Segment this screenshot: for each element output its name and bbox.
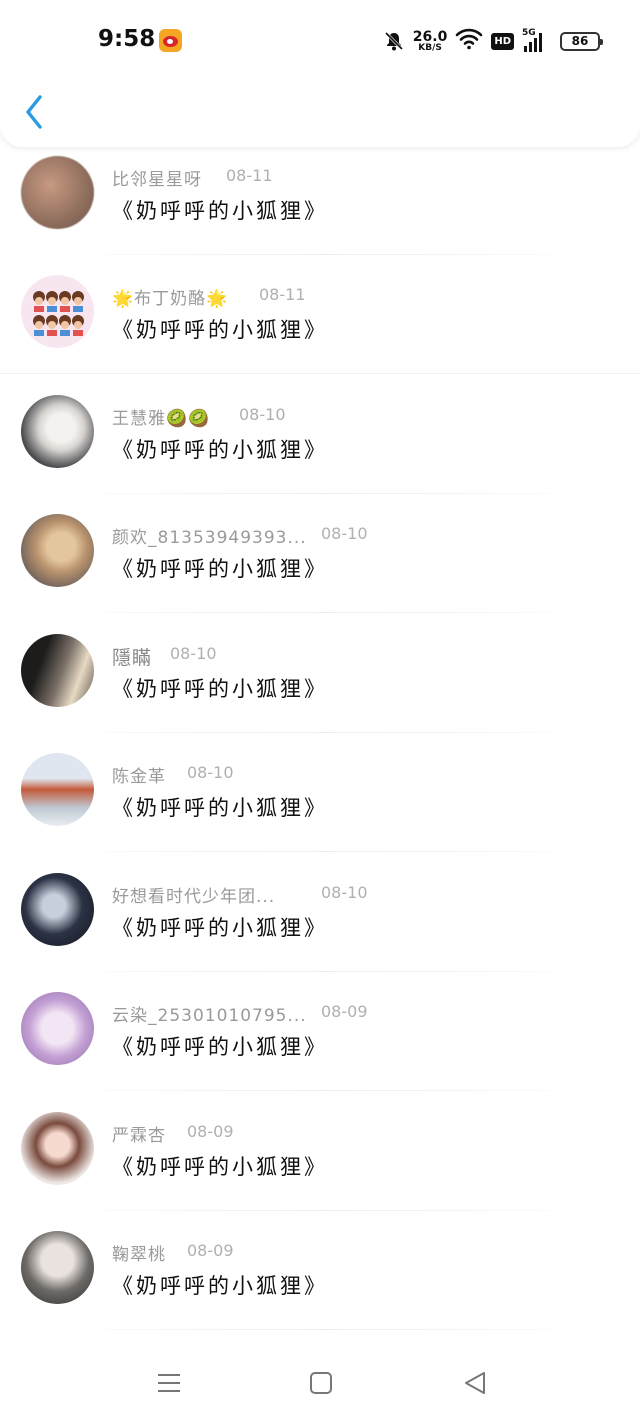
list-item[interactable]: 严霖杏 08-09 《奶呼呼的小狐狸》 bbox=[0, 1109, 640, 1228]
status-bar: 9:58 26.0 KB/S HD 5G 86 bbox=[0, 0, 640, 80]
comment-text: 《奶呼呼的小狐狸》 bbox=[112, 318, 328, 342]
comment-date: 08-10 bbox=[321, 524, 368, 543]
user-name[interactable]: 鞠翠桃 bbox=[112, 1240, 166, 1265]
list-item[interactable]: 鞠翠桃 08-09 《奶呼呼的小狐狸》 bbox=[0, 1228, 640, 1338]
comment-text: 《奶呼呼的小狐狸》 bbox=[112, 199, 328, 223]
divider bbox=[0, 373, 640, 374]
list-item[interactable]: 🌟布丁奶酪🌟 08-11 《奶呼呼的小狐狸》 bbox=[0, 272, 640, 391]
user-name[interactable]: 严霖杏 bbox=[112, 1121, 166, 1146]
comment-date: 08-09 bbox=[187, 1241, 234, 1260]
comment-date: 08-10 bbox=[187, 763, 234, 782]
back-triangle-icon bbox=[465, 1372, 485, 1394]
list-item[interactable]: 好想看时代少年团... 08-10 《奶呼呼的小狐狸》 bbox=[0, 870, 640, 989]
wifi-icon bbox=[455, 28, 483, 54]
hd-badge: HD bbox=[491, 32, 514, 50]
divider bbox=[100, 254, 550, 255]
list-item[interactable]: 云染_25301010795... 08-09 《奶呼呼的小狐狸》 bbox=[0, 989, 640, 1108]
user-name[interactable]: 好想看时代少年团... bbox=[112, 882, 275, 907]
list-item[interactable]: 王慧雅🥝🥝 08-10 《奶呼呼的小狐狸》 bbox=[0, 392, 640, 511]
system-nav-bar bbox=[0, 1340, 640, 1422]
user-name[interactable]: 🌟布丁奶酪🌟 bbox=[112, 284, 228, 309]
comment-date: 08-09 bbox=[321, 1002, 368, 1021]
avatar[interactable] bbox=[21, 1112, 94, 1185]
list-item[interactable]: 比邻星星呀 08-11 《奶呼呼的小狐狸》 bbox=[0, 153, 640, 272]
user-name[interactable]: 陈金革 bbox=[112, 762, 166, 787]
avatar[interactable] bbox=[21, 873, 94, 946]
comment-date: 08-10 bbox=[170, 644, 217, 663]
weibo-icon bbox=[159, 29, 182, 52]
user-name[interactable]: 比邻星星呀 bbox=[112, 165, 202, 190]
divider bbox=[100, 971, 550, 972]
comment-text: 《奶呼呼的小狐狸》 bbox=[112, 438, 328, 462]
menu-icon bbox=[158, 1374, 180, 1392]
user-name[interactable]: 云染_25301010795... bbox=[112, 1001, 307, 1026]
divider bbox=[100, 1210, 550, 1211]
network-label: 5G bbox=[522, 28, 536, 38]
comment-text: 《奶呼呼的小狐狸》 bbox=[112, 1035, 328, 1059]
system-back-button[interactable] bbox=[460, 1368, 490, 1398]
user-name[interactable]: 颜欢_81353949393... bbox=[112, 523, 307, 548]
comment-date: 08-09 bbox=[187, 1122, 234, 1141]
avatar[interactable] bbox=[21, 275, 94, 348]
comment-text: 《奶呼呼的小狐狸》 bbox=[112, 1274, 328, 1298]
signal-icon: 5G bbox=[522, 28, 552, 52]
comment-text: 《奶呼呼的小狐狸》 bbox=[112, 1155, 328, 1179]
divider bbox=[100, 1329, 550, 1330]
comment-text: 《奶呼呼的小狐狸》 bbox=[112, 557, 328, 581]
avatar[interactable] bbox=[21, 514, 94, 587]
bell-off-icon bbox=[383, 30, 405, 52]
net-speed-value: 26.0 bbox=[412, 28, 448, 45]
chevron-left-icon bbox=[26, 95, 42, 129]
comment-date: 08-11 bbox=[226, 166, 273, 185]
avatar[interactable] bbox=[21, 992, 94, 1065]
battery-level: 86 bbox=[571, 34, 589, 48]
comment-date: 08-10 bbox=[321, 883, 368, 902]
avatar[interactable] bbox=[21, 753, 94, 826]
battery-icon: 86 bbox=[560, 31, 603, 51]
net-speed-unit: KB/S bbox=[418, 42, 442, 53]
status-time: 9:58 bbox=[98, 26, 156, 52]
status-icons: 26.0 KB/S HD 5G 86 bbox=[383, 28, 603, 54]
user-name[interactable]: 王慧雅🥝🥝 bbox=[112, 404, 210, 429]
avatar[interactable] bbox=[21, 634, 94, 707]
comment-date: 08-11 bbox=[259, 285, 306, 304]
net-speed: 26.0 KB/S bbox=[413, 30, 448, 53]
avatar[interactable] bbox=[21, 395, 94, 468]
list-item[interactable]: 颜欢_81353949393... 08-10 《奶呼呼的小狐狸》 bbox=[0, 511, 640, 630]
comment-text: 《奶呼呼的小狐狸》 bbox=[112, 916, 328, 940]
avatar[interactable] bbox=[21, 156, 94, 229]
home-square-icon bbox=[310, 1372, 332, 1394]
divider bbox=[100, 851, 550, 852]
menu-button[interactable] bbox=[154, 1368, 184, 1398]
divider bbox=[100, 612, 550, 613]
back-button[interactable] bbox=[20, 93, 50, 131]
divider bbox=[100, 1090, 550, 1091]
comment-text: 《奶呼呼的小狐狸》 bbox=[112, 677, 328, 701]
divider bbox=[100, 732, 550, 733]
avatar[interactable] bbox=[21, 1231, 94, 1304]
top-header: 9:58 26.0 KB/S HD 5G 86 bbox=[0, 0, 640, 147]
list-item[interactable]: 陈金革 08-10 《奶呼呼的小狐狸》 bbox=[0, 750, 640, 869]
user-name[interactable]: 隱瞞 bbox=[112, 643, 152, 670]
list-item[interactable]: 隱瞞 08-10 《奶呼呼的小狐狸》 bbox=[0, 631, 640, 750]
comment-date: 08-10 bbox=[239, 405, 286, 424]
comment-list: 比邻星星呀 08-11 《奶呼呼的小狐狸》 🌟布丁奶酪🌟 08-11 《奶呼呼的… bbox=[0, 148, 640, 1338]
home-button[interactable] bbox=[306, 1368, 336, 1398]
comment-text: 《奶呼呼的小狐狸》 bbox=[112, 796, 328, 820]
divider bbox=[100, 493, 550, 494]
